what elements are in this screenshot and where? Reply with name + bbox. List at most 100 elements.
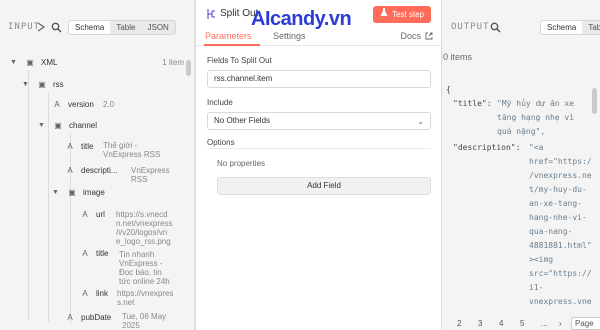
- tree-row-version[interactable]: A version: [52, 100, 100, 109]
- json-string: 4881881.html": [529, 241, 592, 250]
- tree-row-image-title[interactable]: A title: [80, 249, 114, 258]
- view-json[interactable]: JSON: [141, 21, 174, 34]
- value-line: RSS: [131, 175, 148, 184]
- tree-row-image[interactable]: ▼ ▣ image: [52, 188, 111, 197]
- tree-key: XML: [41, 58, 58, 67]
- chevron-right-icon[interactable]: ›: [559, 319, 562, 328]
- tree-value: Tue, 06 May 2025: [122, 312, 166, 330]
- docs-link[interactable]: Docs: [400, 31, 421, 41]
- string-type-icon: A: [67, 142, 73, 151]
- tab-parameters[interactable]: Parameters: [205, 31, 252, 41]
- page-2[interactable]: 2: [457, 319, 461, 328]
- object-icon: ▣: [54, 121, 62, 130]
- output-view-switcher: Schema Table: [540, 20, 600, 35]
- value-line: Thế giới -: [103, 141, 138, 150]
- tree-row-channel[interactable]: ▼ ▣ channel: [38, 121, 103, 130]
- node-details-panel: Split Out AIcandy.vn Test step Parameter…: [195, 0, 442, 330]
- tree-value: VnExpress RSS: [131, 166, 170, 184]
- json-string: vnexpress.vne: [529, 297, 592, 306]
- tree-key: descripti...: [81, 166, 118, 175]
- page-ellipsis[interactable]: ...: [541, 319, 548, 328]
- json-string: "<a: [529, 143, 544, 152]
- tree-value: Tin nhanh VnExpress - Đọc báo, tin tức o…: [119, 250, 170, 286]
- string-type-icon: A: [67, 166, 73, 175]
- tree-row-pubdate[interactable]: A pubDate: [65, 313, 117, 322]
- tree-key: channel: [69, 121, 98, 130]
- value-line: e_logo_rss.png: [116, 237, 171, 246]
- value-line: tức online 24h: [119, 277, 170, 286]
- view-schema[interactable]: Schema: [541, 21, 583, 34]
- page-5[interactable]: 5: [520, 319, 524, 328]
- chevron-down-icon[interactable]: ▼: [22, 81, 30, 88]
- json-string: an-xe-tang-: [529, 199, 582, 208]
- tree-key: pubDate: [81, 313, 112, 322]
- json-string: src="https://: [529, 269, 592, 278]
- no-properties-text: No properties: [217, 159, 266, 168]
- tree-value: https://vnexpres s.net: [117, 289, 173, 307]
- external-link-icon[interactable]: [425, 32, 433, 40]
- chevron-down-icon[interactable]: ▼: [38, 122, 46, 129]
- input-scrollbar[interactable]: [186, 60, 191, 76]
- string-type-icon: A: [67, 313, 73, 322]
- active-tab-indicator: [204, 44, 260, 46]
- value-line: /i/v20/logos/vn: [116, 228, 168, 237]
- view-schema[interactable]: Schema: [69, 21, 111, 34]
- object-icon: ▣: [38, 80, 46, 89]
- tree-key: title: [81, 142, 94, 151]
- node-tabs: Parameters Settings Docs: [196, 28, 441, 46]
- test-step-button[interactable]: Test step: [372, 6, 431, 23]
- json-string: /vnexpress.ne: [529, 171, 592, 180]
- json-string: qua-nang-: [529, 227, 573, 236]
- string-type-icon: A: [82, 249, 88, 258]
- tab-settings[interactable]: Settings: [273, 31, 306, 41]
- fields-to-split-input[interactable]: rss.channel.item: [207, 70, 431, 88]
- input-view-switcher: Schema Table JSON: [68, 20, 176, 35]
- value-line: https://s.vnecd: [116, 210, 168, 219]
- chevron-down-icon[interactable]: ▼: [10, 59, 18, 66]
- json-string: quá nặng",: [497, 127, 546, 136]
- chevron-down-icon[interactable]: ▼: [52, 189, 60, 196]
- add-field-button[interactable]: Add Field: [217, 177, 431, 195]
- split-out-icon: [205, 8, 217, 20]
- page-size-select[interactable]: Page S: [571, 317, 600, 330]
- collapse-icon[interactable]: [36, 22, 46, 32]
- tree-row-description[interactable]: A descripti...: [65, 166, 123, 175]
- page-3[interactable]: 3: [478, 319, 482, 328]
- pagination: 2 3 4 5 ... › Page S: [443, 317, 600, 330]
- tree-value: Thế giới - VnExpress RSS: [103, 141, 160, 159]
- search-icon[interactable]: [489, 21, 501, 33]
- value-line: 2025: [122, 321, 140, 330]
- json-string: "Mỹ hủy dự án xe: [497, 99, 575, 108]
- tree-value: 2.0: [103, 100, 115, 109]
- value-line: https://vnexpres: [117, 289, 174, 298]
- tree-row-rss[interactable]: ▼ ▣ rss: [22, 80, 70, 89]
- tree-row-title[interactable]: A title: [65, 142, 99, 151]
- view-table[interactable]: Table: [582, 21, 600, 34]
- object-icon: ▣: [26, 58, 34, 67]
- tree-guide: [28, 70, 29, 320]
- value-line: n.net/vnexpress: [116, 219, 173, 228]
- output-scrollbar[interactable]: [592, 88, 597, 114]
- include-select[interactable]: No Other Fields ⌄: [207, 112, 431, 130]
- tree-key: title: [96, 249, 109, 258]
- tree-row-xml[interactable]: ▼ ▣ XML: [10, 58, 63, 67]
- tree-row-link[interactable]: A link: [80, 289, 114, 298]
- tree-row-url[interactable]: A url: [80, 210, 111, 219]
- tree-key: url: [96, 210, 105, 219]
- item-count: 1 item: [162, 58, 184, 67]
- value-line: s.net: [117, 298, 135, 307]
- json-string: i1-: [529, 283, 544, 292]
- json-string: hang-nhe-vi-: [529, 213, 587, 222]
- input-panel: INPUT Schema Table JSON ▼ ▣ XML 1 item ▼…: [0, 0, 195, 330]
- tree-key: rss: [53, 80, 64, 89]
- view-table[interactable]: Table: [110, 21, 141, 34]
- fields-to-split-label: Fields To Split Out: [207, 56, 272, 65]
- tree-key: link: [96, 289, 109, 298]
- json-key: "title":: [453, 99, 492, 108]
- value-line: Đọc báo, tin: [119, 268, 162, 277]
- page-4[interactable]: 4: [499, 319, 503, 328]
- chevron-down-icon: ⌄: [417, 117, 424, 126]
- json-key: "description":: [453, 143, 521, 152]
- search-icon[interactable]: [50, 21, 62, 33]
- tree-key: version: [68, 100, 94, 109]
